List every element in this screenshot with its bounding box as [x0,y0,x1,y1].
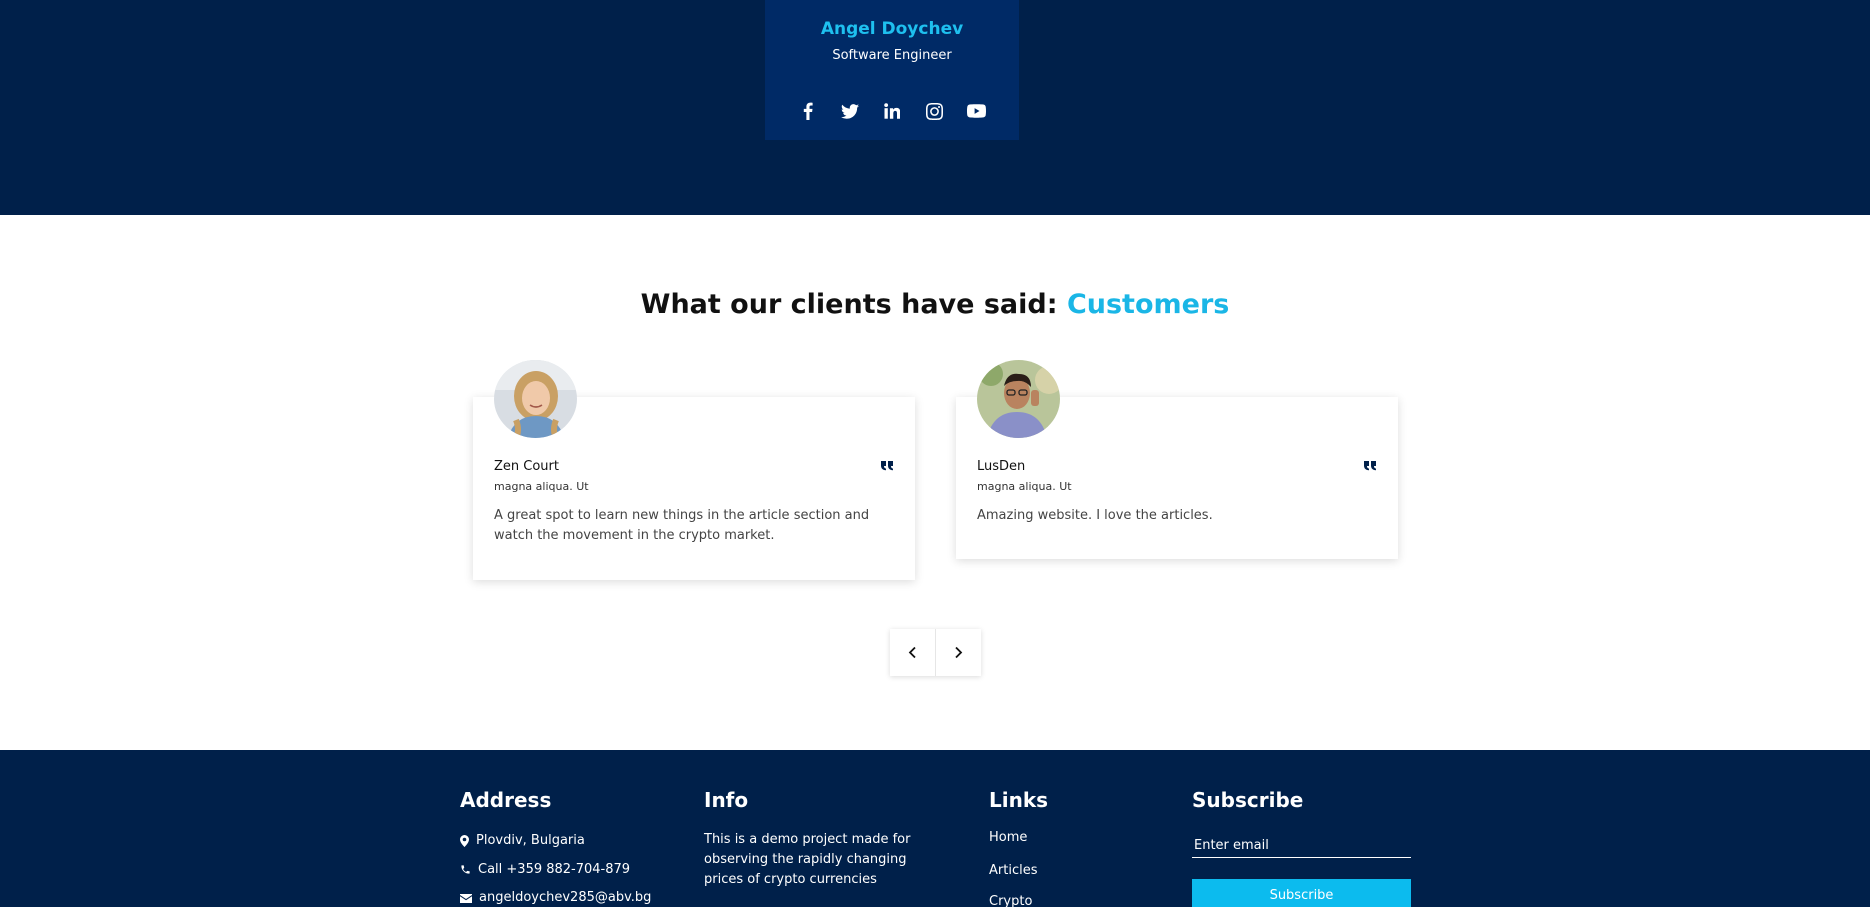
footer: Address Plovdiv, Bulgaria Call +359 882-… [0,750,1870,907]
linkedin-icon[interactable] [881,100,903,122]
chevron-right-icon [954,646,962,659]
instagram-icon[interactable] [923,100,945,122]
footer-subscribe-title: Subscribe [1192,788,1304,812]
client-subtitle: magna aliqua. Ut [494,480,589,493]
subscribe-email-input[interactable] [1192,834,1411,858]
team-member-name: Angel Doychev [820,19,964,39]
testimonials-title: What our clients have said: Customers [0,289,1870,320]
avatar [977,360,1060,438]
social-links [765,100,1019,122]
footer-link-articles[interactable]: Articles [989,863,1037,878]
twitter-icon[interactable] [839,100,861,122]
carousel-prev-button[interactable] [890,629,935,676]
footer-links-title: Links [989,788,1049,812]
address-location-text: Plovdiv, Bulgaria [476,833,585,848]
footer-info-column: Info This is a demo project made for obs… [704,788,934,887]
testimonial-text: A great spot to learn new things in the … [494,508,870,543]
client-subtitle: magna aliqua. Ut [977,480,1072,493]
envelope-icon [460,893,472,903]
client-name: LusDen [977,459,1026,474]
footer-subscribe-column: Subscribe Subscribe [1192,788,1411,907]
chevron-left-icon [908,646,916,659]
phone-icon [461,865,470,874]
testimonial-card: Zen Court magna aliqua. Ut A great spot … [473,360,915,580]
team-member-card: Angel Doychev Software Engineer [765,0,1019,140]
testimonials-title-accent: Customers [1066,289,1230,320]
carousel-next-button[interactable] [935,629,980,676]
team-section: Angel Doychev Software Engineer [0,0,1870,215]
footer-address-column: Address Plovdiv, Bulgaria Call +359 882-… [460,788,680,905]
avatar [494,360,577,438]
testimonial-text: Amazing website. I love the articles. [977,508,1213,523]
address-phone: Call +359 882-704-879 [460,862,630,877]
footer-address-title: Address [460,788,552,812]
testimonials-title-main: What our clients have said: [640,289,1058,320]
address-email-text: angeldoychev285@abv.bg [479,890,652,905]
team-member-role: Software Engineer [832,48,952,63]
facebook-icon[interactable] [797,100,819,122]
footer-link-home[interactable]: Home [989,830,1027,845]
subscribe-button[interactable]: Subscribe [1192,879,1411,907]
testimonials-section: What our clients have said: Customers Ze… [0,215,1870,750]
youtube-icon[interactable] [965,100,987,122]
address-location: Plovdiv, Bulgaria [460,833,585,848]
map-marker-icon [460,834,469,847]
footer-info-text: This is a demo project made for observin… [704,832,911,887]
footer-link-crypto[interactable]: Crypto [989,894,1032,907]
address-email: angeldoychev285@abv.bg [460,890,651,905]
carousel-pager [890,629,981,676]
quote-icon [1364,461,1376,471]
quote-icon [881,461,893,471]
client-name: Zen Court [494,459,559,474]
footer-links-column: Links Home Articles Crypto [989,788,1139,907]
footer-info-title: Info [704,788,749,812]
address-phone-text: Call +359 882-704-879 [478,862,631,877]
testimonial-card: LusDen magna aliqua. Ut Amazing website.… [956,360,1398,559]
